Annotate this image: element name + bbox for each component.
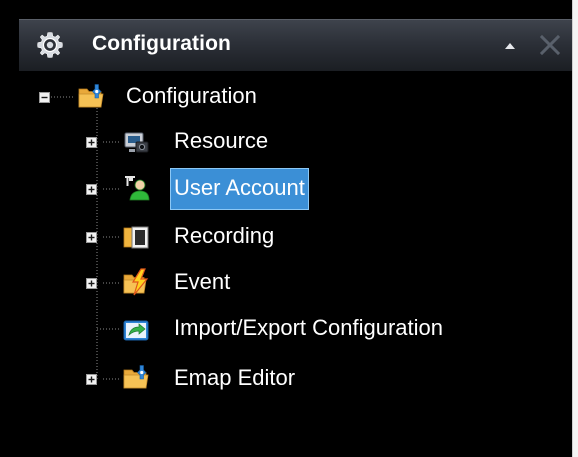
tree-node-root[interactable]: Configuration <box>36 80 296 114</box>
configuration-panel: Configuration Configuration Resource Use… <box>0 0 573 457</box>
config-folder-icon <box>78 84 104 108</box>
tree-node-user-account[interactable]: User Account <box>86 168 326 210</box>
tree-node-event[interactable]: Event <box>86 266 286 300</box>
collapse-toggle-icon[interactable] <box>39 92 50 103</box>
emap-editor-icon <box>123 365 149 389</box>
tree-node-label: Resource <box>174 128 269 153</box>
expand-toggle-icon[interactable] <box>86 374 97 385</box>
event-icon <box>123 268 149 296</box>
expand-toggle-icon[interactable] <box>86 232 97 243</box>
window-edge <box>572 0 578 457</box>
tree-node-emap-editor[interactable]: Emap Editor <box>86 362 295 396</box>
recording-icon <box>123 226 149 249</box>
tree-node-import-export[interactable]: Import/Export Configuration <box>86 312 496 346</box>
expand-toggle-icon[interactable] <box>86 278 97 289</box>
tree-node-label: Event <box>174 269 231 294</box>
configuration-tree: Configuration Resource User Account Reco… <box>0 0 572 457</box>
resource-icon <box>124 132 149 153</box>
expand-toggle-icon[interactable] <box>86 184 97 195</box>
tree-node-resource[interactable]: Resource <box>86 125 286 159</box>
tree-node-label: Configuration <box>126 83 257 108</box>
expand-toggle-icon[interactable] <box>86 137 97 148</box>
tree-node-label: Import/Export Configuration <box>174 315 444 340</box>
tree-node-label: User Account <box>170 168 309 210</box>
tree-node-label: Emap Editor <box>174 365 296 390</box>
user-account-icon <box>125 176 150 201</box>
import-export-icon <box>123 320 149 341</box>
tree-node-label: Recording <box>174 223 275 248</box>
tree-node-recording[interactable]: Recording <box>86 220 286 254</box>
